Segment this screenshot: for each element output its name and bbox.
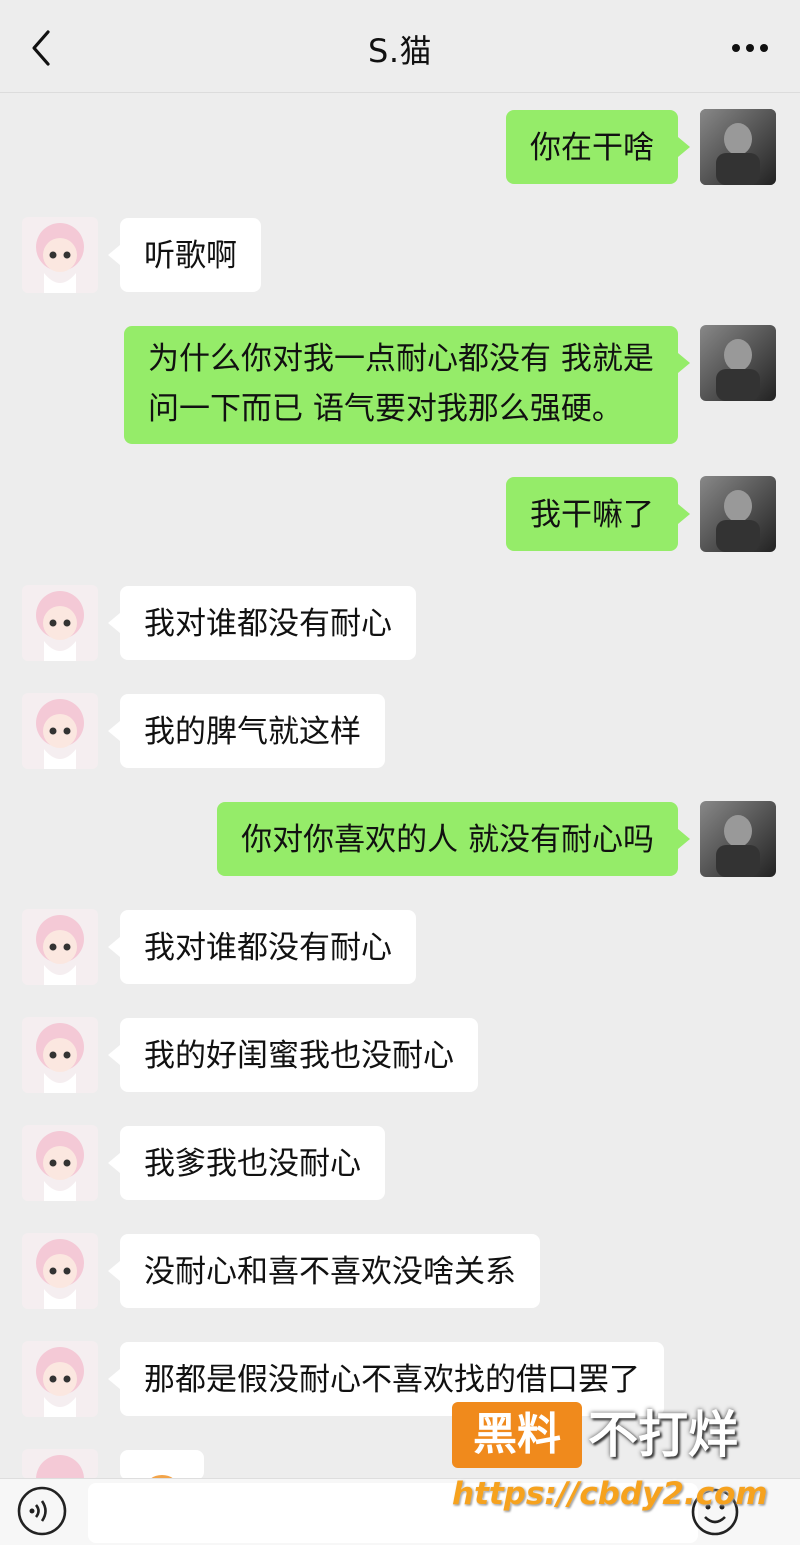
message-bubble-received[interactable]: 没耐心和喜不喜欢没啥关系 [120, 1234, 540, 1308]
contact-avatar[interactable] [22, 1233, 98, 1309]
message-bubble-sent[interactable]: 你对你喜欢的人 就没有耐心吗 [217, 802, 678, 876]
bubble-tail [678, 829, 690, 849]
contact-avatar[interactable] [22, 1341, 98, 1417]
message-bubble-sent[interactable]: 你在干啥 [506, 110, 678, 184]
bubble-tail [108, 937, 120, 957]
bubble-tail [108, 1153, 120, 1173]
message-bubble-received[interactable]: 我对谁都没有耐心 [120, 586, 416, 660]
message-bubble-received[interactable]: 我的好闺蜜我也没耐心 [120, 1018, 478, 1092]
my-avatar[interactable] [700, 476, 776, 552]
message-bubble-received[interactable]: 我爹我也没耐心 [120, 1126, 385, 1200]
contact-avatar[interactable] [22, 217, 98, 293]
bubble-tail [678, 353, 690, 373]
contact-avatar[interactable] [22, 1449, 98, 1479]
watermark-logo-box: 黑料 [452, 1402, 582, 1468]
message-bubble-received[interactable]: 听歌啊 [120, 218, 261, 292]
contact-avatar[interactable] [22, 909, 98, 985]
bubble-tail [108, 721, 120, 741]
contact-avatar[interactable] [22, 693, 98, 769]
my-avatar[interactable] [700, 325, 776, 401]
contact-avatar[interactable] [22, 585, 98, 661]
message-bubble-received[interactable]: 我的脾气就这样 [120, 694, 385, 768]
chat-title: S.猫 [368, 32, 432, 70]
bubble-tail [678, 137, 690, 157]
bubble-tail [108, 1369, 120, 1389]
chat-header: S.猫 [0, 0, 800, 93]
watermark: 黑料 不打烊 https://cbdy2.com [448, 1398, 778, 1528]
bubble-tail [108, 1261, 120, 1281]
bubble-tail [108, 245, 120, 265]
my-avatar[interactable] [700, 109, 776, 185]
message-bubble-received[interactable] [120, 1450, 204, 1499]
more-dots-icon[interactable] [728, 28, 772, 68]
my-avatar[interactable] [700, 801, 776, 877]
message-bubble-sent[interactable]: 我干嘛了 [506, 477, 678, 551]
bubble-tail [678, 504, 690, 524]
voice-icon[interactable] [16, 1485, 68, 1537]
watermark-url: https://cbdy2.com [452, 1476, 768, 1512]
watermark-text: 不打烊 [588, 1406, 738, 1464]
contact-avatar[interactable] [22, 1125, 98, 1201]
contact-avatar[interactable] [22, 1017, 98, 1093]
bubble-tail [108, 613, 120, 633]
message-bubble-sent[interactable]: 为什么你对我一点耐心都没有 我就是问一下而已 语气要对我那么强硬。 [124, 326, 678, 444]
message-bubble-received[interactable]: 我对谁都没有耐心 [120, 910, 416, 984]
bubble-tail [108, 1045, 120, 1065]
